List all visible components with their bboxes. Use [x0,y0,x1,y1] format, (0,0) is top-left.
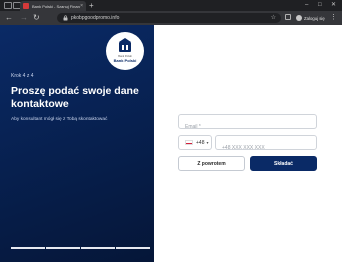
bookmark-star-icon[interactable]: ☆ [271,14,276,22]
page-subtitle: Aby konsultant mógł się z Tobą skontakto… [11,117,108,122]
new-tab-button[interactable]: + [89,1,94,10]
bank-logo: Bank Polski Bank Polski [106,32,144,70]
lock-icon [63,15,68,21]
page-title: Proszę podać swoje dane kontaktowe [11,85,139,110]
browser-menu-icon[interactable]: ⋮ [330,13,337,23]
tab-close-icon[interactable]: × [80,3,83,9]
back-button[interactable]: Z powrotem [178,156,245,171]
progress-step-4 [116,247,150,249]
profile-icon[interactable] [4,2,12,9]
sign-in-button[interactable]: Zaloguj się [296,13,325,23]
close-window-button[interactable]: ✕ [331,1,336,9]
sign-in-label: Zaloguj się [304,15,325,21]
page-content: Bank Polski Bank Polski Krok 4 z 4 Prosz… [0,25,342,262]
browser-toolbar: ← → ↻ pkobpgoodpromo.info ☆ Zaloguj się … [0,11,342,25]
phone-input[interactable] [216,141,316,155]
favicon-icon [23,3,29,9]
tab-active[interactable]: Bank Polski - Szanuj Finansowo × [20,1,86,11]
email-field[interactable] [178,114,317,134]
tab-strip: Bank Polski - Szanuj Finansowo × + – □ ✕ [0,0,342,11]
minimize-button[interactable]: – [305,1,308,9]
back-button[interactable]: ← [5,13,13,23]
logo-bank-name: Bank Polski [113,58,137,63]
address-bar[interactable]: pkobpgoodpromo.info ☆ [57,13,281,23]
submit-button[interactable]: Składać [250,156,317,171]
email-input[interactable] [179,120,316,134]
step-indicator: Krok 4 z 4 [11,73,34,79]
avatar-icon [296,15,302,21]
chevron-down-icon: ▾ [206,140,209,145]
tab-title: Bank Polski - Szanuj Finansowo [32,3,80,9]
url-text: pkobpgoodpromo.info [71,15,120,21]
info-panel: Bank Polski Bank Polski Krok 4 z 4 Prosz… [0,25,154,262]
forward-button[interactable]: → [20,13,28,23]
phone-field[interactable] [215,135,317,155]
maximize-button[interactable]: □ [318,1,322,9]
contact-form: +48 ▾ Z powrotem Składać [154,25,342,262]
progress-step-1 [11,247,45,249]
progress-step-3 [81,247,115,249]
bank-logo-icon [119,38,131,52]
progress-step-2 [46,247,80,249]
reload-button[interactable]: ↻ [33,13,40,23]
poland-flag-icon [185,140,193,145]
phone-country-select[interactable]: +48 ▾ [178,135,212,150]
browser-window: Bank Polski - Szanuj Finansowo × + – □ ✕… [0,0,342,262]
extensions-icon[interactable] [285,14,291,20]
phone-prefix-code: +48 [196,139,205,146]
